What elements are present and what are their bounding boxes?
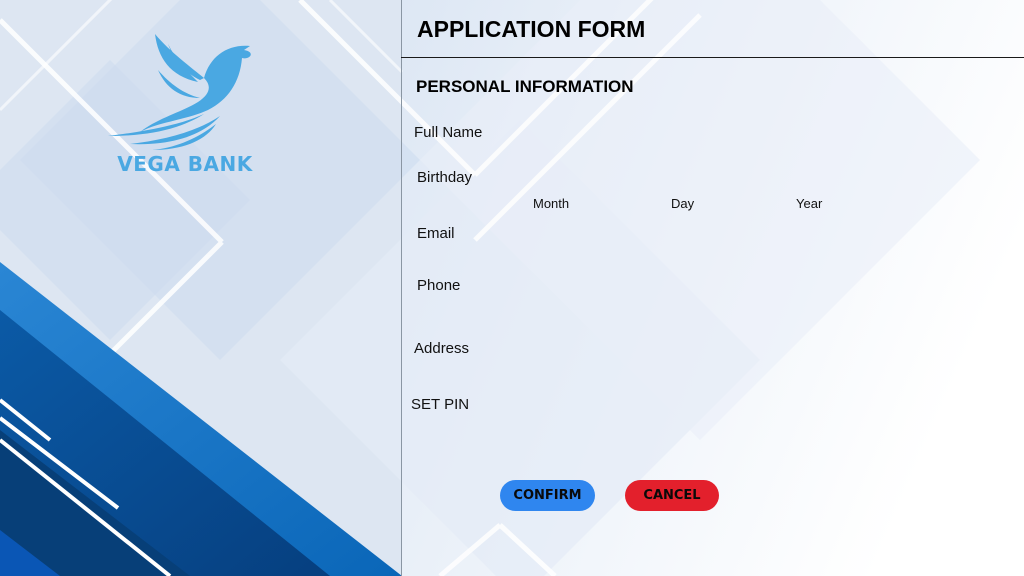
full-name-label: Full Name: [414, 124, 483, 141]
panel-divider: [401, 0, 402, 576]
title-underline: [401, 57, 1024, 58]
confirm-button[interactable]: CONFIRM: [500, 480, 595, 511]
address-label: Address: [414, 340, 470, 357]
form-title: APPLICATION FORM: [417, 16, 646, 42]
set-pin-label: SET PIN: [411, 396, 470, 413]
cancel-button[interactable]: CANCEL: [625, 480, 719, 511]
phone-label: Phone: [417, 277, 461, 294]
birthday-month-label: Month: [533, 196, 570, 211]
birthday-label: Birthday: [417, 169, 473, 186]
birthday-year-label: Year: [796, 196, 823, 211]
email-label: Email: [417, 225, 455, 242]
birthday-day-label: Day: [671, 196, 695, 211]
bank-name: VEGA BANK: [117, 152, 253, 176]
section-title: PERSONAL INFORMATION: [416, 77, 634, 96]
